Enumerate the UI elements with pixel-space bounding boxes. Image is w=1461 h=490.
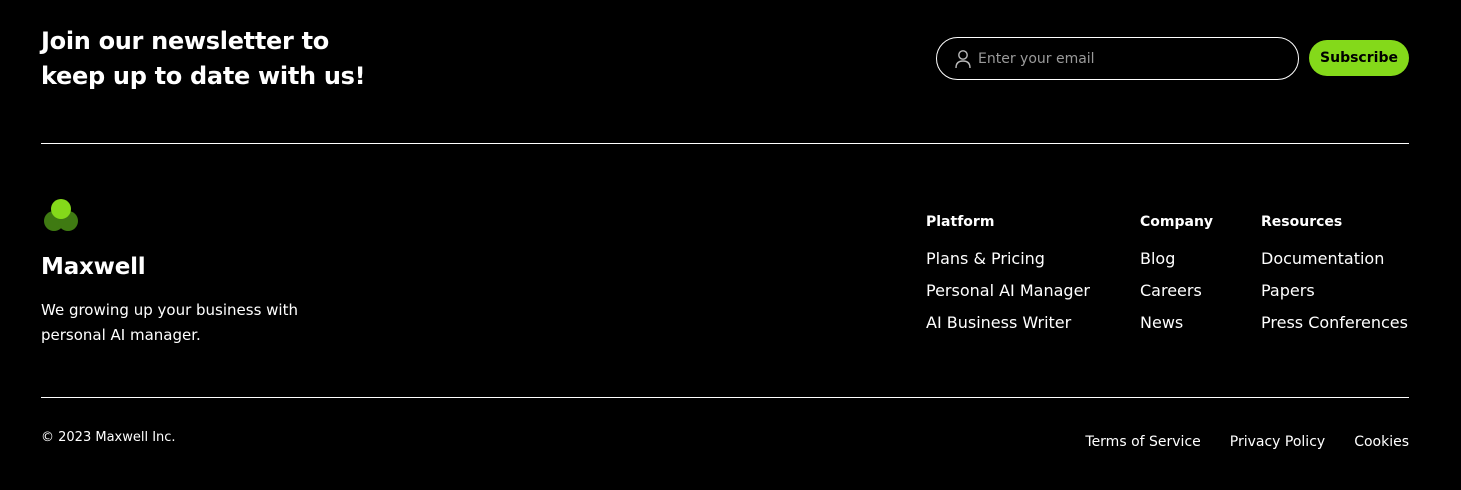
footer-column-resources: Resources Documentation Papers Press Con… bbox=[1261, 213, 1408, 339]
maxwell-logo bbox=[44, 199, 78, 231]
footer-link-documentation[interactable]: Documentation bbox=[1261, 249, 1384, 268]
email-field[interactable] bbox=[936, 37, 1299, 80]
footer-link-press-conferences[interactable]: Press Conferences bbox=[1261, 313, 1408, 332]
newsletter-title-line: keep up to date with us! bbox=[41, 62, 366, 90]
footer-column-platform: Platform Plans & Pricing Personal AI Man… bbox=[926, 213, 1090, 339]
newsletter-title-line: Join our newsletter to bbox=[41, 27, 329, 55]
brand-description-line: We growing up your business with bbox=[41, 301, 298, 319]
legal-links: Terms of Service Privacy Policy Cookies bbox=[1085, 434, 1409, 450]
footer-link-papers[interactable]: Papers bbox=[1261, 281, 1315, 300]
privacy-policy-link[interactable]: Privacy Policy bbox=[1230, 434, 1325, 450]
subscribe-button[interactable]: Subscribe bbox=[1309, 40, 1409, 76]
divider bbox=[41, 143, 1409, 144]
footer-link-blog[interactable]: Blog bbox=[1140, 249, 1175, 268]
footer-link-ai-business-writer[interactable]: AI Business Writer bbox=[926, 313, 1071, 332]
terms-of-service-link[interactable]: Terms of Service bbox=[1085, 434, 1200, 450]
brand-name: Maxwell bbox=[41, 254, 146, 280]
footer-link-personal-ai-manager[interactable]: Personal AI Manager bbox=[926, 281, 1090, 300]
footer-column-title: Platform bbox=[926, 214, 995, 230]
footer-link-plans-pricing[interactable]: Plans & Pricing bbox=[926, 249, 1045, 268]
newsletter-title: Join our newsletter to keep up to date w… bbox=[41, 24, 381, 94]
footer-column-title: Resources bbox=[1261, 214, 1343, 230]
brand-description: We growing up your business with persona… bbox=[41, 298, 341, 348]
email-input[interactable] bbox=[978, 50, 1278, 67]
user-icon bbox=[954, 49, 972, 69]
cookies-link[interactable]: Cookies bbox=[1354, 434, 1409, 450]
footer-column-title: Company bbox=[1140, 214, 1214, 230]
footer-link-news[interactable]: News bbox=[1140, 313, 1183, 332]
divider bbox=[41, 397, 1409, 398]
footer-column-company: Company Blog Careers News bbox=[1140, 213, 1213, 339]
copyright: © 2023 Maxwell Inc. bbox=[41, 430, 176, 445]
brand-description-line: personal AI manager. bbox=[41, 326, 201, 344]
footer-link-careers[interactable]: Careers bbox=[1140, 281, 1202, 300]
